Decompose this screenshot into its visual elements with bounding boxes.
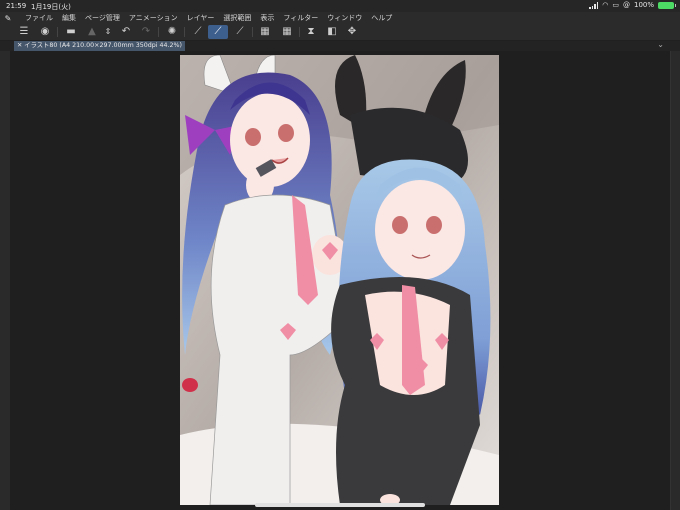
menu-view[interactable]: 表示 — [260, 13, 274, 23]
gear-icon[interactable]: ✺ — [164, 25, 180, 39]
pen-icon[interactable]: ⟋ — [190, 25, 206, 39]
toolbar-divider — [184, 27, 185, 37]
menu-animation[interactable]: アニメーション — [129, 13, 178, 23]
illustration-artwork — [180, 55, 499, 505]
signal-icon — [589, 1, 599, 9]
redo-icon[interactable]: ↷ — [138, 25, 154, 39]
brush-icon[interactable]: ⟋ — [208, 25, 228, 39]
clip-studio-logo-icon[interactable]: ✎ — [0, 14, 16, 23]
menu-page[interactable]: ページ管理 — [85, 13, 120, 23]
transform-icon[interactable]: ✥ — [344, 25, 360, 39]
right-panel-edge[interactable] — [670, 51, 680, 510]
menu-layer[interactable]: レイヤー — [187, 13, 215, 23]
menu-help[interactable]: ヘルプ — [371, 13, 392, 23]
toolbar-divider — [299, 27, 300, 37]
status-bar: 21:59 1月19日(火) ◠ ▭ @ 100% — [0, 0, 680, 12]
status-date: 1月19日(火) — [31, 3, 71, 11]
close-icon[interactable]: ✕ — [17, 42, 22, 49]
location-icon: @ — [622, 1, 630, 9]
save-icon[interactable]: ▲ — [84, 25, 100, 39]
flip-icon[interactable]: ◧ — [324, 25, 340, 39]
wifi-icon: ◠ — [602, 1, 609, 9]
illustration-canvas[interactable] — [180, 55, 499, 505]
battery-percent: 100% — [633, 1, 654, 9]
menu-window[interactable]: ウィンドウ — [327, 13, 362, 23]
menu-selection[interactable]: 選択範囲 — [223, 13, 251, 23]
grid-dense-icon[interactable]: ▦ — [279, 25, 295, 39]
eraser-icon[interactable]: ⟋ — [232, 25, 248, 39]
command-bar: ☰ ◉ ▬ ▲ ⇕ ↶ ↷ ✺ ⟋ ⟋ ⟋ ▦ ▦ ⧗ ◧ ✥ — [0, 24, 680, 41]
status-right: ◠ ▭ @ 100% — [589, 1, 676, 9]
status-time: 21:59 — [6, 2, 27, 10]
toolbar-divider — [252, 27, 253, 37]
toolbar-divider — [158, 27, 159, 37]
battery-icon — [658, 1, 676, 9]
menu-icon[interactable]: ☰ — [16, 25, 32, 39]
document-tab[interactable]: ✕ イラスト80 (A4 210.00×297.00mm 350dpi 44.2… — [14, 41, 185, 51]
menu-filter[interactable]: フィルター — [283, 13, 318, 23]
undo-icon[interactable]: ↶ — [118, 25, 134, 39]
app-icon[interactable]: ◉ — [37, 25, 53, 39]
grid-icon[interactable]: ▦ — [257, 25, 273, 39]
menu-file[interactable]: ファイル — [25, 13, 53, 23]
document-tab-bar: ✕ イラスト80 (A4 210.00×297.00mm 350dpi 44.2… — [0, 40, 680, 51]
menu-edit[interactable]: 編集 — [62, 13, 76, 23]
hourglass-icon[interactable]: ⧗ — [303, 25, 319, 39]
document-tab-label: イラスト80 (A4 210.00×297.00mm 350dpi 44.2%) — [24, 42, 182, 49]
open-folder-icon[interactable]: ▬ — [63, 25, 79, 39]
toolbar-divider — [57, 27, 58, 37]
screen-mirror-icon: ▭ — [612, 1, 619, 9]
stepper-icon[interactable]: ⇕ — [100, 25, 116, 39]
home-indicator — [255, 503, 425, 507]
menu-bar: ✎ ファイル 編集 ページ管理 アニメーション レイヤー 選択範囲 表示 フィル… — [0, 12, 680, 24]
chevron-down-icon[interactable]: ⌄ — [657, 40, 664, 49]
